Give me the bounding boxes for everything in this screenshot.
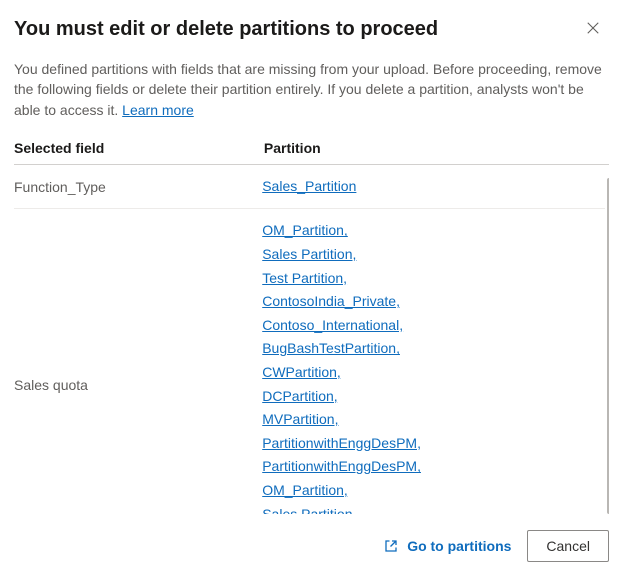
description-text: You defined partitions with fields that … xyxy=(14,61,602,118)
dialog-title: You must edit or delete partitions to pr… xyxy=(14,18,438,41)
field-name-cell: Sales quota xyxy=(14,377,262,393)
go-to-partitions-label: Go to partitions xyxy=(407,538,511,554)
partition-link[interactable]: DCPartition, xyxy=(262,387,605,407)
partition-link[interactable]: Contoso_International, xyxy=(262,316,605,336)
partition-link[interactable]: PartitionwithEnggDesPM, xyxy=(262,457,605,477)
partition-list-cell: Sales_Partition xyxy=(262,177,605,197)
partition-link[interactable]: OM_Partition, xyxy=(262,221,605,241)
dialog-footer: Go to partitions Cancel xyxy=(14,514,609,562)
partition-link[interactable]: MVPartition, xyxy=(262,410,605,430)
go-to-partitions-link[interactable]: Go to partitions xyxy=(383,538,511,554)
partition-link[interactable]: Sales Partition, xyxy=(262,245,605,265)
partition-link[interactable]: Test Partition, xyxy=(262,269,605,289)
partition-list-cell: OM_Partition, Sales Partition, Test Partit… xyxy=(262,221,605,514)
table-row: Sales quota OM_Partition, Sales Partition,… xyxy=(14,209,605,514)
partition-link[interactable]: CWPartition, xyxy=(262,363,605,383)
partition-link[interactable]: BugBashTestPartition, xyxy=(262,339,605,359)
partition-table: Selected field Partition Function_TypeSa… xyxy=(14,140,609,514)
open-external-icon xyxy=(383,538,399,554)
close-button[interactable] xyxy=(583,18,603,38)
scrollbar[interactable] xyxy=(607,178,609,514)
partition-link[interactable]: Sales_Partition xyxy=(262,177,605,197)
dialog: You must edit or delete partitions to pr… xyxy=(0,0,623,576)
column-header-partition: Partition xyxy=(264,140,609,156)
cancel-button[interactable]: Cancel xyxy=(527,530,609,562)
learn-more-link[interactable]: Learn more xyxy=(122,102,194,118)
dialog-header: You must edit or delete partitions to pr… xyxy=(14,18,609,41)
field-name-cell: Function_Type xyxy=(14,179,262,195)
partition-link[interactable]: OM_Partition, xyxy=(262,481,605,501)
table-header: Selected field Partition xyxy=(14,140,609,165)
partition-link[interactable]: Sales Partition, xyxy=(262,505,605,514)
table-row: Function_TypeSales_Partition xyxy=(14,165,605,210)
table-body[interactable]: Function_TypeSales_PartitionSales quotaO… xyxy=(14,165,609,514)
partition-link[interactable]: ContosoIndia_Private, xyxy=(262,292,605,312)
column-header-field: Selected field xyxy=(14,140,264,156)
partition-link[interactable]: PartitionwithEnggDesPM, xyxy=(262,434,605,454)
close-icon xyxy=(586,21,600,35)
dialog-description: You defined partitions with fields that … xyxy=(14,59,609,120)
